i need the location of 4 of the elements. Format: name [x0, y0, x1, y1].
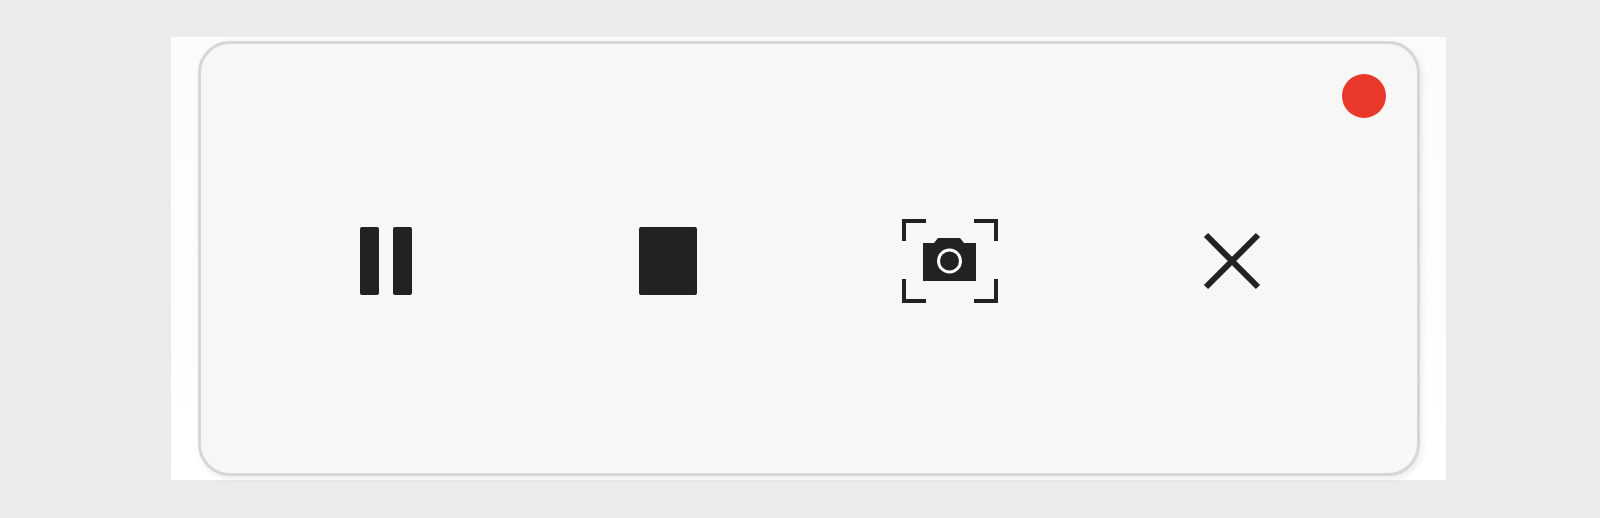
pause-icon	[359, 225, 413, 296]
stop-icon	[638, 225, 698, 296]
screenshot-camera-icon	[900, 216, 1000, 305]
close-icon	[1202, 230, 1262, 291]
